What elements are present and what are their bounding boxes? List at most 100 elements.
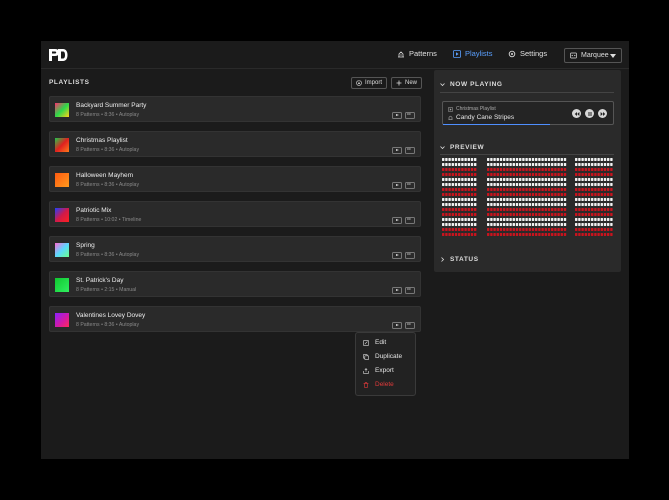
led-pixel — [474, 233, 477, 236]
import-button[interactable]: Import — [351, 77, 388, 89]
led-pixel — [594, 203, 597, 206]
led-pixel — [442, 208, 445, 211]
led-pixel — [538, 158, 541, 161]
led-pixel — [525, 188, 528, 191]
led-pixel — [490, 163, 493, 166]
led-pixel — [560, 163, 563, 166]
led-pixel — [535, 168, 538, 171]
playlist-row[interactable]: Patriotic Mix 8 Patterns • 10:02 • Timel… — [49, 201, 421, 227]
more-options-button[interactable] — [405, 146, 415, 154]
preview-section-toggle[interactable]: PREVIEW — [440, 144, 484, 151]
led-pixel — [509, 223, 512, 226]
playlist-thumbnail — [55, 313, 69, 327]
play-button[interactable] — [392, 112, 402, 119]
playlist-row[interactable]: St. Patrick's Day 8 Patterns • 2:15 • Ma… — [49, 271, 421, 297]
led-pixel — [464, 163, 467, 166]
now-playing-section-toggle[interactable]: NOW PLAYING — [440, 81, 503, 88]
led-pixel — [544, 213, 547, 216]
more-options-button[interactable] — [405, 286, 415, 294]
status-title: STATUS — [450, 256, 479, 263]
led-pixel — [551, 213, 554, 216]
led-pixel — [503, 218, 506, 221]
playlist-row[interactable]: Valentines Lovey Dovey 8 Patterns • 8:36… — [49, 306, 421, 332]
led-pixel — [515, 158, 519, 161]
playlist-row[interactable]: Spring 8 Patterns • 8:36 • Autoplay — [49, 236, 421, 262]
led-pixel — [603, 198, 607, 201]
led-pixel — [503, 203, 506, 206]
more-options-button[interactable] — [405, 216, 415, 224]
more-options-button[interactable] — [405, 111, 415, 119]
menu-item-export[interactable]: Export — [363, 367, 394, 374]
led-pixel — [541, 218, 544, 221]
led-pixel — [560, 193, 563, 196]
led-pixel — [464, 173, 467, 176]
nav-playlists-label: Playlists — [465, 49, 493, 58]
menu-item-delete[interactable]: Delete — [363, 381, 394, 388]
led-pixel — [454, 233, 458, 236]
led-pixel — [575, 233, 578, 236]
led-pixel — [560, 183, 563, 186]
app-logo[interactable] — [48, 48, 68, 62]
pause-button[interactable] — [585, 109, 594, 118]
led-pixel — [607, 163, 610, 166]
status-section-toggle[interactable]: STATUS — [440, 256, 479, 263]
playlist-meta: 8 Patterns • 10:02 • Timeline — [76, 217, 142, 223]
playlist-row[interactable]: Christmas Playlist 8 Patterns • 8:36 • A… — [49, 131, 421, 157]
led-pixel — [557, 183, 560, 186]
led-pixel — [528, 158, 531, 161]
led-pixel — [591, 163, 594, 166]
led-pixel — [591, 168, 594, 171]
nav-settings[interactable]: Settings — [508, 49, 547, 58]
led-pixel — [451, 183, 454, 186]
menu-item-duplicate[interactable]: Duplicate — [363, 353, 402, 360]
led-pixel — [551, 198, 554, 201]
led-pixel — [597, 218, 600, 221]
play-button[interactable] — [392, 287, 402, 294]
led-pixel — [547, 158, 551, 161]
playlist-row[interactable]: Backyard Summer Party 8 Patterns • 8:36 … — [49, 96, 421, 122]
play-button[interactable] — [392, 252, 402, 259]
menu-item-edit[interactable]: Edit — [363, 339, 386, 346]
led-pixel — [610, 178, 613, 181]
led-pixel — [594, 228, 597, 231]
playlist-thumbnail — [55, 173, 69, 187]
led-pixel — [610, 233, 613, 236]
led-pixel — [594, 223, 597, 226]
playlist-thumbnail — [55, 208, 69, 222]
led-pixel — [496, 158, 499, 161]
more-options-button[interactable] — [405, 321, 415, 329]
divider — [440, 154, 614, 155]
device-select[interactable]: Marquee — [564, 48, 622, 63]
led-pixel — [584, 223, 587, 226]
nav-patterns[interactable]: Patterns — [397, 49, 437, 58]
led-pixel — [551, 203, 554, 206]
nav-playlists[interactable]: Playlists — [453, 49, 493, 58]
play-button[interactable] — [392, 147, 402, 154]
play-button[interactable] — [392, 322, 402, 329]
playlist-meta: 8 Patterns • 8:36 • Autoplay — [76, 147, 140, 153]
next-button[interactable] — [598, 109, 607, 118]
new-playlist-button[interactable]: New — [391, 77, 423, 89]
led-pixel — [531, 173, 535, 176]
play-button[interactable] — [392, 182, 402, 189]
playback-progress-bar[interactable] — [443, 123, 551, 125]
led-pixel — [560, 213, 563, 216]
playlist-row[interactable]: Halloween Mayhem 8 Patterns • 8:36 • Aut… — [49, 166, 421, 192]
led-pixel — [541, 163, 544, 166]
led-pixel — [578, 188, 581, 191]
led-pixel — [541, 178, 544, 181]
play-button[interactable] — [392, 217, 402, 224]
led-pixel — [531, 183, 535, 186]
led-pixel — [525, 163, 528, 166]
led-pixel — [584, 228, 587, 231]
led-pixel — [515, 208, 519, 211]
menu-item-edit-label: Edit — [375, 339, 387, 346]
previous-button[interactable] — [572, 109, 581, 118]
playlist-thumbnail — [55, 103, 69, 117]
led-pixel — [535, 208, 538, 211]
led-pixel — [499, 218, 503, 221]
more-options-button[interactable] — [405, 181, 415, 189]
led-pixel — [528, 178, 531, 181]
led-pixel — [547, 183, 551, 186]
more-options-button[interactable] — [405, 251, 415, 259]
